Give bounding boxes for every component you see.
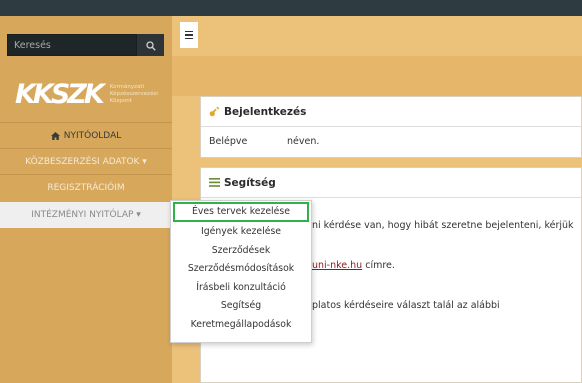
dropdown-item-keretmegallapodasok[interactable]: Keretmegállapodások xyxy=(171,316,311,335)
nav-item-kozbeszerzesi-label: KÖZBESZERZÉSI ADATOK ▾ xyxy=(25,156,147,167)
logo-line-1: Kormányzati xyxy=(109,83,145,90)
help-text-2: uni-nke.hu címre. xyxy=(312,259,395,273)
home-icon xyxy=(50,131,60,140)
help-email-link[interactable]: uni-nke.hu xyxy=(312,260,362,271)
header-band xyxy=(172,56,582,96)
dropdown-item-igenyek[interactable]: Igények kezelése xyxy=(171,223,311,242)
sidebar: KKSZK Kormányzati Képzésszervezési Közpo… xyxy=(0,16,172,383)
nav-item-regisztracioim-label: REGISZTRÁCIÓIM xyxy=(47,182,125,193)
nav-item-intezmenyi[interactable]: INTÉZMÉNYI NYITÓLAP ▾ xyxy=(0,202,172,228)
key-icon xyxy=(209,106,220,117)
hamburger-icon[interactable] xyxy=(180,22,198,48)
intezmenyi-dropdown-menu: Éves tervek kezelése Igények kezelése Sz… xyxy=(170,200,312,343)
login-panel-header: Bejelentkezés xyxy=(201,97,581,127)
logo-text: Kormányzati Képzésszervezési Központ xyxy=(110,84,165,105)
dropdown-item-szerzodesmodositasok[interactable]: Szerződésmódosítások xyxy=(171,260,311,279)
dropdown-item-segitseg[interactable]: Segítség xyxy=(171,297,311,316)
dropdown-item-szerzodesek[interactable]: Szerződések xyxy=(171,242,311,261)
search-box xyxy=(7,34,164,56)
logo-mark: KKSZK xyxy=(15,78,105,110)
dropdown-item-eves-tervek[interactable]: Éves tervek kezelése xyxy=(173,202,309,222)
search-icon xyxy=(145,36,156,55)
top-bar xyxy=(0,0,582,16)
logo: KKSZK Kormányzati Képzésszervezési Közpo… xyxy=(15,74,165,114)
nav-item-home-label: NYITÓOLDAL xyxy=(63,130,122,141)
nav-item-home[interactable]: NYITÓOLDAL xyxy=(0,122,172,148)
logo-line-2: Képzésszervezési xyxy=(109,90,158,97)
help-text-3: platos kérdéseire választ talál az alább… xyxy=(312,300,500,311)
search-button[interactable] xyxy=(137,34,164,56)
login-label: Belépve xyxy=(209,136,248,147)
nav-item-regisztracioim[interactable]: REGISZTRÁCIÓIM xyxy=(0,174,172,200)
search-input[interactable] xyxy=(7,34,137,56)
nav-item-kozbeszerzesi[interactable]: KÖZBESZERZÉSI ADATOK ▾ xyxy=(0,148,172,174)
dropdown-item-irasbeli-konzultacio[interactable]: Írásbeli konzultáció xyxy=(171,279,311,298)
login-panel-title: Bejelentkezés xyxy=(224,105,307,118)
help-text-1: ni kérdése van, hogy hibát szeretne beje… xyxy=(312,220,574,231)
help-text-2-suffix: címre. xyxy=(362,260,395,271)
login-row: Belépve néven. xyxy=(201,127,581,156)
login-value: néven. xyxy=(287,136,320,147)
logo-line-3: Központ xyxy=(109,97,132,104)
login-panel: Bejelentkezés Belépve néven. xyxy=(200,96,582,158)
nav-item-intezmenyi-label: INTÉZMÉNYI NYITÓLAP ▾ xyxy=(31,210,141,220)
